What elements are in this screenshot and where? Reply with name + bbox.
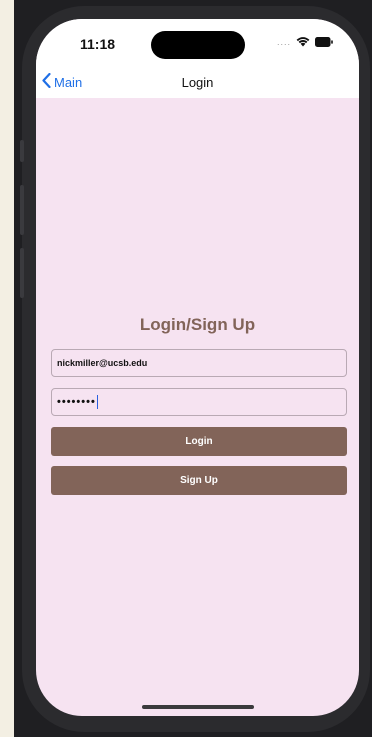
login-button-label: Login bbox=[185, 436, 213, 447]
volume-down-button bbox=[20, 248, 24, 298]
login-button[interactable]: Login bbox=[51, 427, 347, 456]
password-field[interactable]: •••••••• bbox=[51, 388, 347, 416]
signal-icon: .... bbox=[276, 36, 291, 47]
sign-up-button-label: Sign Up bbox=[180, 475, 218, 486]
navigation-header: 11:18 .... Main Login bbox=[36, 19, 359, 98]
action-button bbox=[20, 140, 24, 162]
email-field[interactable] bbox=[51, 349, 347, 377]
password-mask: •••••••• bbox=[57, 396, 96, 408]
dynamic-island bbox=[151, 31, 245, 59]
volume-up-button bbox=[20, 185, 24, 235]
wifi-icon bbox=[296, 36, 310, 47]
home-indicator[interactable] bbox=[142, 705, 254, 709]
phone-screen: 11:18 .... Main Login Login/Sign Up nick… bbox=[36, 19, 359, 716]
status-indicators: .... bbox=[277, 36, 333, 47]
desktop-background bbox=[0, 0, 12, 737]
login-heading: Login/Sign Up bbox=[139, 315, 256, 334]
battery-icon bbox=[315, 36, 333, 47]
status-time: 11:18 bbox=[80, 36, 116, 52]
nav-title: Login bbox=[181, 75, 214, 90]
sign-up-button[interactable]: Sign Up bbox=[51, 466, 347, 495]
text-cursor bbox=[96, 395, 99, 409]
